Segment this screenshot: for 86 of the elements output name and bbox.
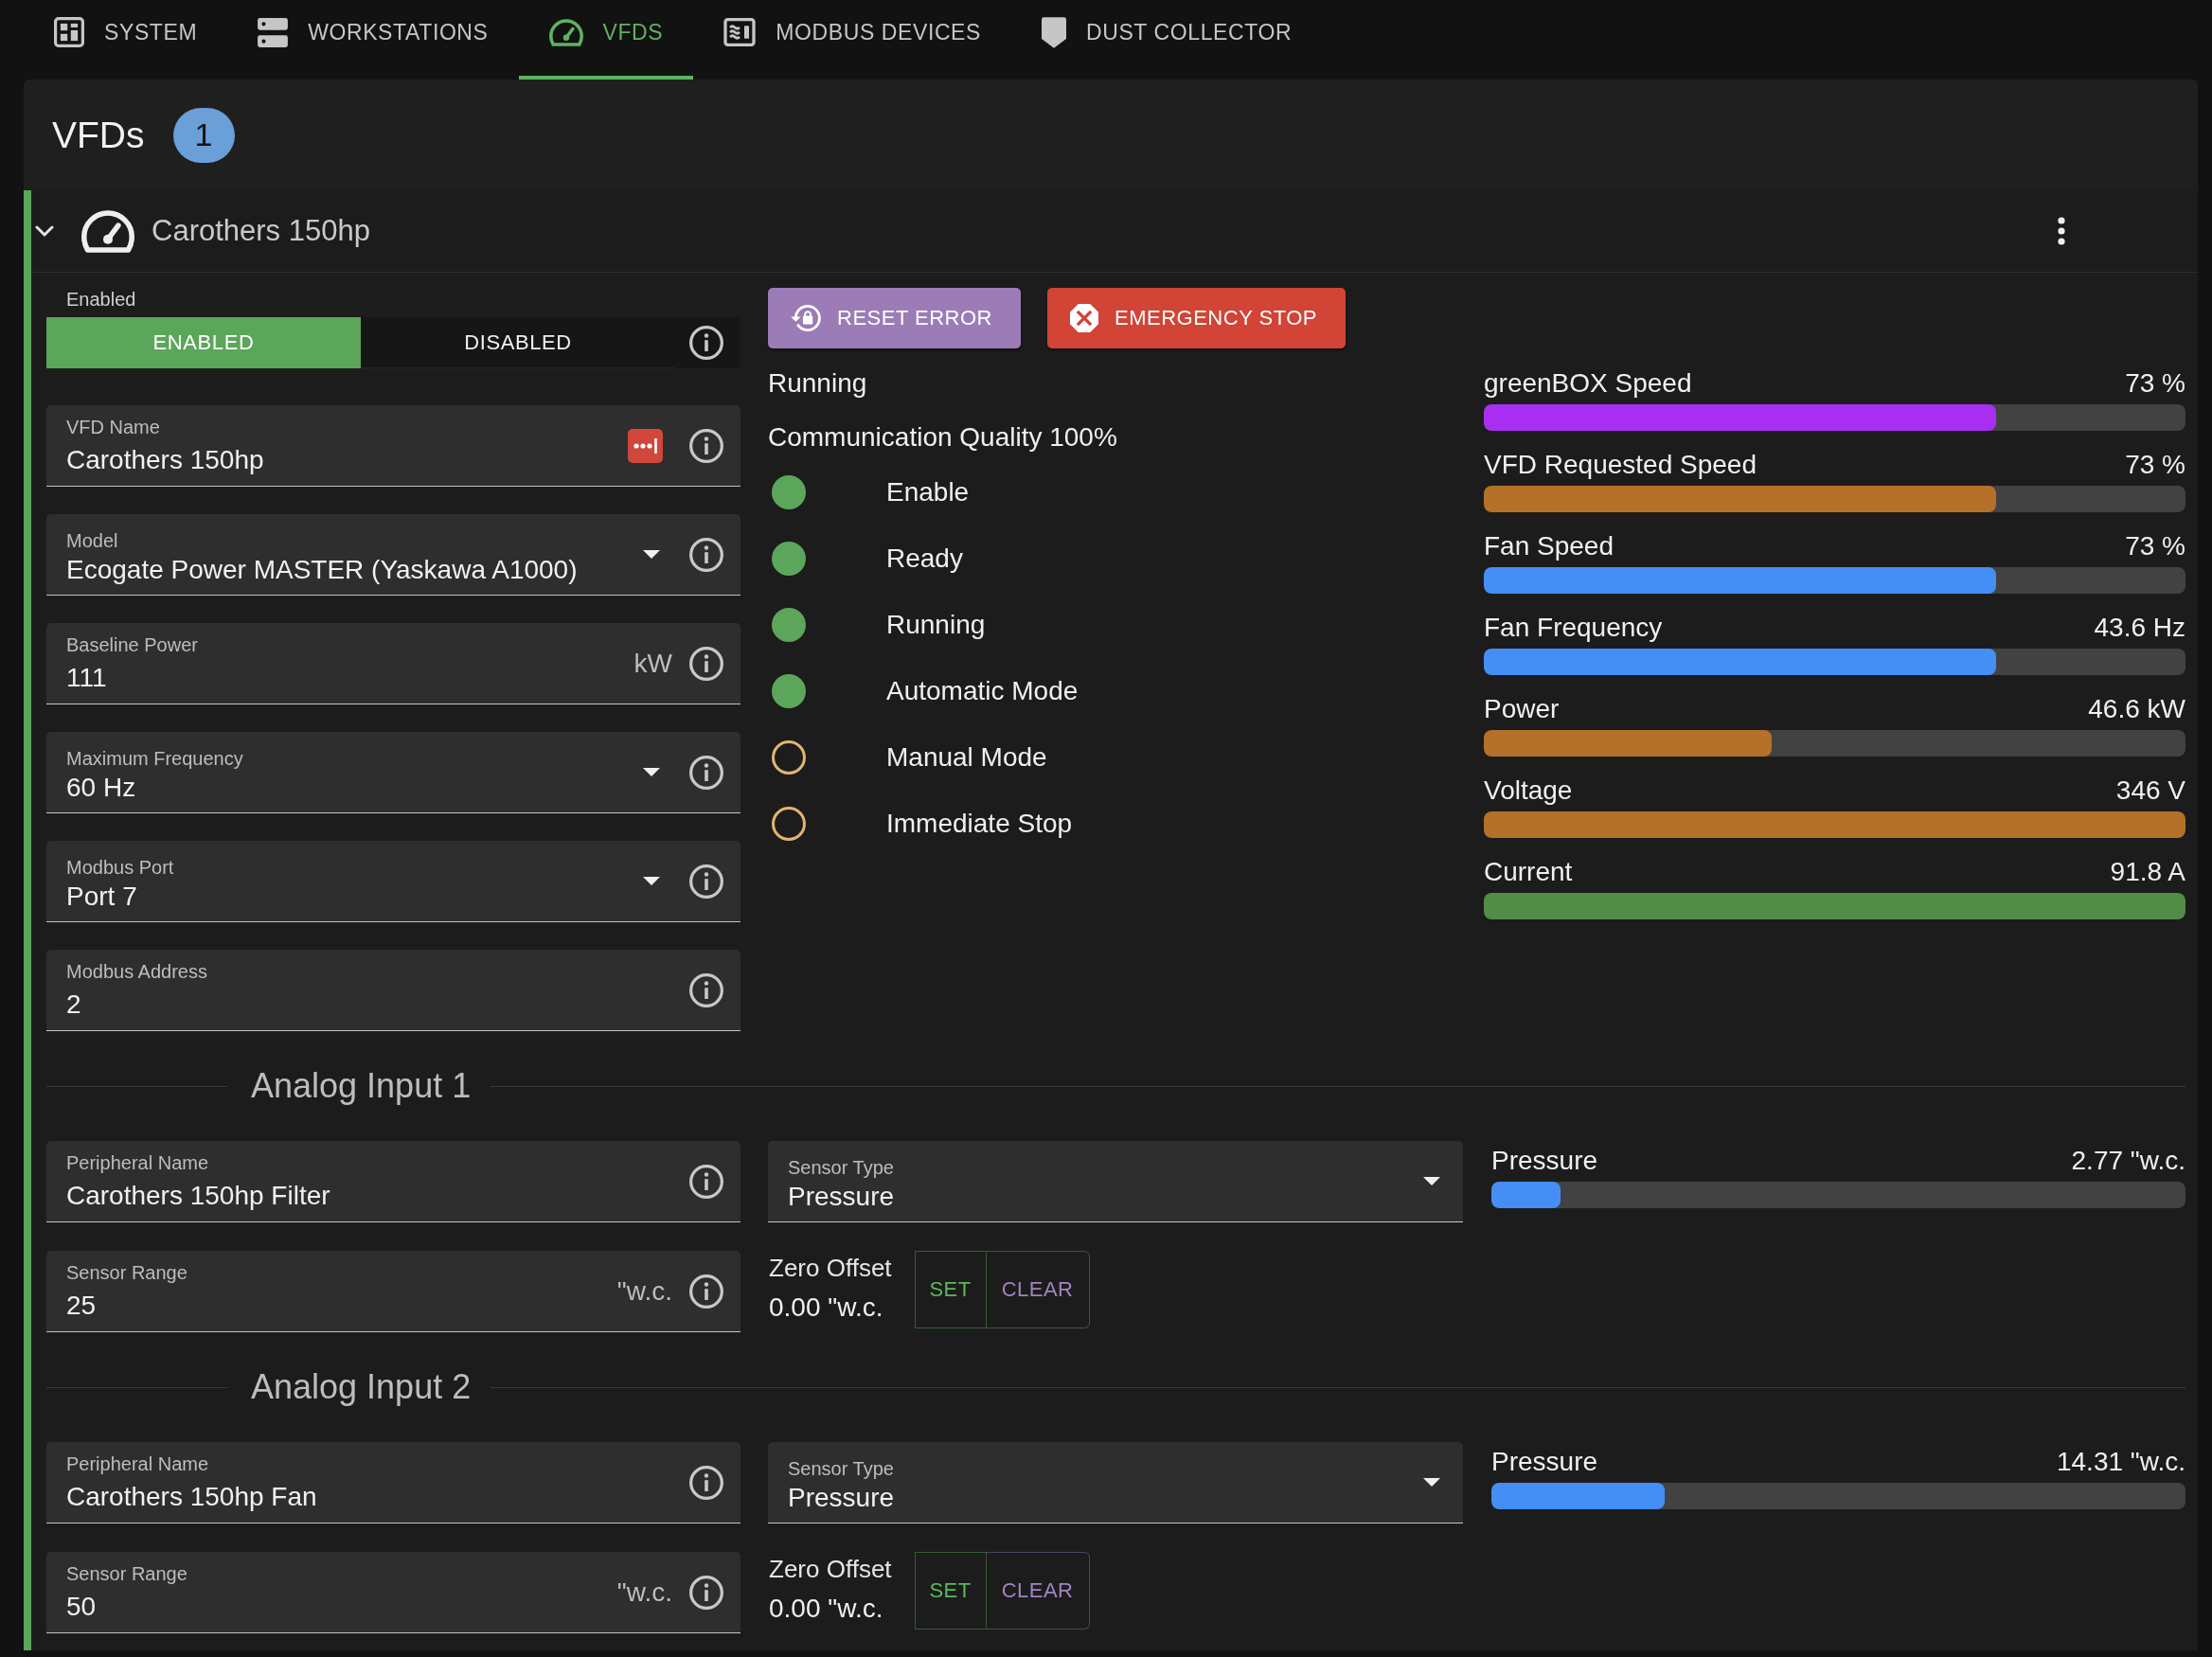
select-field[interactable]: Sensor Type Pressure (768, 1442, 1463, 1523)
meter-reading: 91.8 A (2110, 857, 2185, 887)
text-field[interactable]: Peripheral Name Carothers 150hp Fan (46, 1442, 740, 1523)
chevron-down-icon[interactable] (35, 225, 54, 237)
shield-icon (1042, 16, 1066, 48)
emergency-stop-button[interactable]: EMERGENCY STOP (1047, 288, 1347, 348)
info-icon[interactable] (689, 326, 723, 360)
indicator-label: Ready (886, 543, 963, 574)
grid-panel-icon (54, 17, 84, 47)
set-button[interactable]: SET (914, 1251, 987, 1328)
vfd-title: Carothers 150hp (152, 214, 370, 248)
meter-reading: 346 V (2115, 775, 2185, 806)
meter-reading: 14.31 "w.c. (2056, 1447, 2185, 1477)
meter-reading: 43.6 Hz (2094, 613, 2185, 643)
clear-button[interactable]: CLEAR (986, 1552, 1090, 1630)
caret-down-icon (643, 768, 660, 776)
text-field[interactable]: Modbus Address 2 (46, 950, 740, 1031)
info-icon[interactable] (689, 537, 723, 572)
toggle-label: Enabled (66, 289, 136, 310)
page-title: VFDs (52, 114, 145, 156)
speedometer-icon (548, 18, 583, 46)
indicator-label: Automatic Mode (886, 676, 1079, 706)
meter-label: greenBOX Speed (1484, 368, 1692, 399)
reset-error-button[interactable]: RESET ERROR (768, 288, 1021, 348)
meter-label: Pressure (1491, 1146, 1598, 1176)
info-icon[interactable] (689, 1164, 723, 1199)
meter-label: Voltage (1484, 775, 1573, 806)
meter-label: Power (1484, 694, 1560, 724)
speedometer-icon (81, 209, 134, 253)
meter-reading: 2.77 "w.c. (2071, 1146, 2185, 1176)
indicator-label: Running (886, 610, 986, 640)
caret-down-icon (643, 550, 660, 559)
info-icon[interactable] (689, 864, 723, 899)
zero-offset-label: Zero Offset (769, 1554, 892, 1584)
text-field[interactable]: Baseline Power 111 kW (46, 623, 740, 704)
indicator-label: Manual Mode (886, 742, 1047, 773)
wave-panel-icon (723, 18, 757, 46)
nav-tab[interactable]: WORKSTATIONS (227, 0, 519, 80)
info-icon[interactable] (689, 1575, 723, 1610)
clear-button[interactable]: CLEAR (986, 1251, 1090, 1328)
meter-reading: 73 % (2125, 368, 2185, 399)
nav-tab[interactable]: SYSTEM (24, 0, 228, 80)
meter-label: Current (1484, 857, 1573, 887)
zero-offset-value: 0.00 "w.c. (769, 1292, 884, 1324)
count-badge: 1 (172, 107, 235, 163)
meter-label: Pressure (1491, 1447, 1598, 1477)
info-icon[interactable] (689, 646, 723, 681)
meter-reading: 73 % (2125, 450, 2185, 480)
caret-down-icon (1423, 1177, 1440, 1185)
kebab-menu-icon[interactable] (2058, 217, 2065, 245)
x-octagon-icon (1070, 304, 1098, 332)
text-field[interactable]: Peripheral Name Carothers 150hp Filter (46, 1141, 740, 1222)
info-icon[interactable] (689, 972, 723, 1007)
section-title: Analog Input 1 (251, 1066, 472, 1106)
meter-label: Fan Speed (1484, 531, 1614, 561)
communication-quality: Communication Quality 100% (768, 422, 1117, 452)
indicator-label: Enable (886, 477, 970, 508)
dots-cursor-icon[interactable] (628, 428, 663, 463)
meter-reading: 46.6 kW (2088, 694, 2185, 724)
text-field[interactable]: Sensor Range 25 "w.c. (46, 1251, 740, 1332)
info-icon[interactable] (689, 755, 723, 790)
select-field[interactable]: Maximum Frequency 60 Hz (46, 732, 740, 813)
select-field[interactable]: Sensor Type Pressure (768, 1141, 1463, 1222)
meter-reading: 73 % (2125, 531, 2185, 561)
section-title: Analog Input 2 (251, 1367, 472, 1407)
meter-label: VFD Requested Speed (1484, 450, 1757, 480)
info-icon[interactable] (689, 428, 723, 463)
info-icon[interactable] (689, 1465, 723, 1500)
status-text: Running (768, 368, 867, 398)
caret-down-icon (1423, 1478, 1440, 1487)
nav-tab[interactable]: MODBUS DEVICES (693, 0, 1011, 80)
meter-label: Fan Frequency (1484, 613, 1663, 643)
zero-offset-value: 0.00 "w.c. (769, 1593, 884, 1625)
text-field[interactable]: Sensor Range 50 "w.c. (46, 1552, 740, 1633)
text-field[interactable]: VFD Name Carothers 150hp (46, 405, 740, 487)
toggle-option[interactable]: DISABLED (361, 317, 675, 368)
select-field[interactable]: Model Ecogate Power MASTER (Yaskawa A1000) (46, 514, 740, 596)
caret-down-icon (643, 877, 660, 885)
nav-tab[interactable]: DUST COLLECTOR (1011, 0, 1323, 80)
select-field[interactable]: Modbus Port Port 7 (46, 841, 740, 922)
lock-rotate-icon (791, 305, 821, 331)
zero-offset-label: Zero Offset (769, 1253, 892, 1283)
info-icon[interactable] (689, 1274, 723, 1309)
set-button[interactable]: SET (914, 1552, 987, 1630)
indicator-label: Immediate Stop (886, 809, 1073, 839)
server-icon (258, 17, 289, 47)
